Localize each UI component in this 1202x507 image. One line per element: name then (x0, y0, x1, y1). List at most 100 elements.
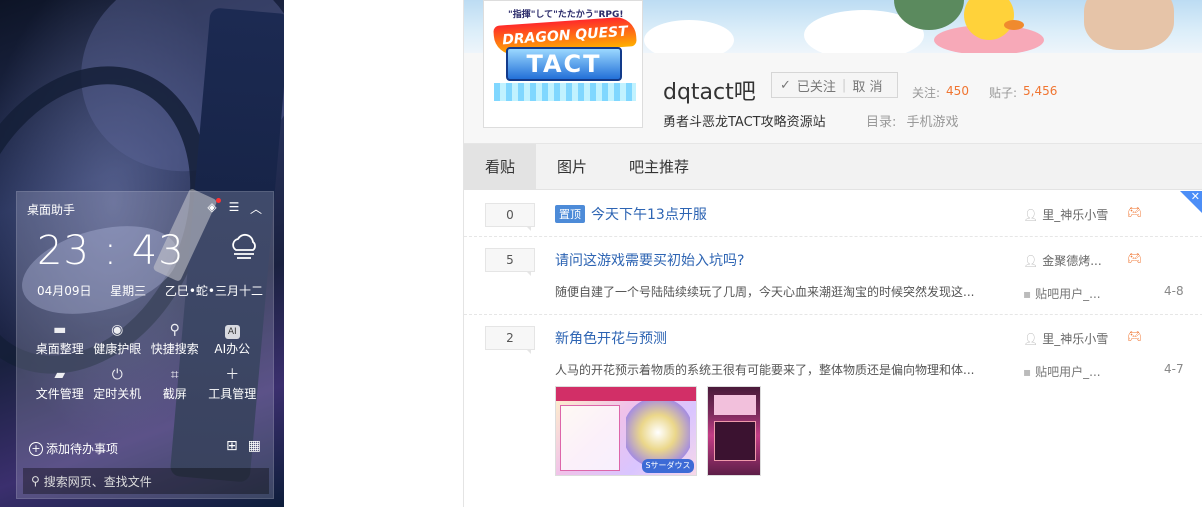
tool-label: 桌面整理 (35, 342, 84, 356)
corner-close-button[interactable]: ✕ (1180, 190, 1202, 213)
reply-count: 2 (485, 326, 535, 354)
desktop-wallpaper: 桌面助手 ◈ ☰ ︿ 23 : 43 04月09日 星期三 乙巳•蛇•三月十二 … (0, 0, 284, 507)
thread-title[interactable]: 请问这游戏需要买初始入坑吗? (555, 250, 744, 270)
widget-search-input[interactable]: ⚲ 搜索网页、查找文件 (23, 468, 269, 494)
last-reply-time: 4-7 (1164, 362, 1184, 376)
thread-author[interactable]: 👤︎ 金聚德烤... (1023, 252, 1102, 269)
author-name: 里_神乐小雪 (1042, 332, 1109, 346)
menu-icon[interactable]: ☰ (227, 200, 241, 217)
follow-status-button[interactable]: ✓ 已关注 | 取 消 (771, 72, 898, 98)
thread-image-thumbnail[interactable] (707, 386, 761, 476)
thread-abstract: 随便自建了一个号陆陆续续玩了几周，今天心血来潮逛淘宝的时候突然发现这... (555, 285, 975, 299)
unfollow-button[interactable]: 取 消 (852, 76, 882, 95)
thumb-header (556, 387, 696, 401)
weather-cloud-icon[interactable] (227, 228, 261, 262)
logo-subtitle: TACT (506, 47, 622, 81)
tab-posts[interactable]: 看贴 (464, 144, 537, 190)
date-row: 04月09日 星期三 乙巳•蛇•三月十二 (37, 282, 263, 299)
search-icon: ⚲ (169, 322, 180, 338)
thumb-tag: Sサーダウス (642, 459, 694, 473)
search-placeholder: 搜索网页、查找文件 (43, 474, 152, 489)
thread-abstract: 人马的开花预示着物质的系统王很有可能要来了，整体物质还是偏向物理和体... (555, 363, 975, 377)
thumb-block (714, 421, 756, 461)
thread-title-link[interactable]: 置顶 今天下午13点开服 (555, 204, 707, 224)
plus-icon: ＋ (225, 367, 240, 383)
game-badge-icon: 🎮︎ (1127, 329, 1143, 343)
logo-grid (494, 83, 636, 101)
add-circle-icon: + (29, 441, 43, 456)
reply-count: 5 (485, 248, 535, 276)
add-todo-button[interactable]: + 添加待办事项 (29, 440, 118, 457)
author-name: 金聚德烤... (1042, 254, 1102, 268)
forum-page: "指揮"して"たたかう"RPG! DRAGON QUEST TACT dqtac… (463, 0, 1202, 507)
thread-divider (464, 236, 1202, 237)
clock-time: 23 : 43 (37, 228, 185, 274)
forum-slogan: 勇者斗恶龙TACT攻略资源站 (663, 115, 826, 130)
forum-name[interactable]: dqtact吧 (663, 74, 756, 106)
last-reply-name: 贴吧用户_... (1035, 365, 1101, 379)
thread-author[interactable]: 👤︎ 里_神乐小雪 (1023, 330, 1108, 347)
tab-recommended[interactable]: 吧主推荐 (608, 144, 710, 190)
tool-eye-care[interactable]: ◉ 健康护眼 (89, 320, 147, 357)
tab-images[interactable]: 图片 (536, 144, 608, 190)
last-reply-user[interactable]: ▪ 贴吧用户_... (1023, 285, 1101, 302)
tool-label: 快捷搜索 (150, 342, 199, 356)
desktop-assistant-widget: 桌面助手 ◈ ☰ ︿ 23 : 43 04月09日 星期三 乙巳•蛇•三月十二 … (16, 191, 274, 499)
tool-label: 定时关机 (93, 387, 142, 401)
tool-file-manager[interactable]: ▰ 文件管理 (31, 365, 89, 402)
reply-icon: ▪ (1023, 365, 1032, 379)
tool-desktop-organize[interactable]: ▬ 桌面整理 (31, 320, 89, 357)
widget-title: 桌面助手 (27, 203, 76, 217)
author-name: 里_神乐小雪 (1042, 208, 1109, 222)
thread-title[interactable]: 新角色开花与预测 (555, 328, 667, 348)
post-count-label: 贴子: (988, 86, 1017, 100)
last-reply-name: 贴吧用户_... (1035, 287, 1101, 301)
banner-duck-beak (1004, 20, 1024, 30)
crop-icon: ⌗ (170, 367, 179, 383)
collapse-icon[interactable]: ︿ (249, 200, 263, 217)
tool-timed-shutdown[interactable]: ⏻ 定时关机 (89, 365, 147, 402)
power-icon: ⏻ (111, 367, 123, 383)
layers-icon[interactable]: ◈ (205, 198, 221, 217)
thread-author[interactable]: 👤︎ 里_神乐小雪 (1023, 206, 1108, 223)
lunar-date: 乙巳•蛇•三月十二 (164, 284, 263, 298)
ai-icon: AI (224, 320, 240, 340)
follow-count-label: 关注: (912, 86, 941, 100)
add-note-icon[interactable]: ⊞ (226, 438, 238, 454)
directory-label: 目录: (866, 115, 897, 130)
tool-label: 文件管理 (35, 387, 84, 401)
tool-label: 工具管理 (208, 387, 257, 401)
forum-stats: 关注: 450 贴子: 5,456 (912, 84, 1071, 101)
qr-code-icon[interactable]: ▦ (248, 438, 261, 454)
tool-label: AI办公 (214, 342, 251, 356)
thumb-block (714, 395, 756, 415)
notification-dot (216, 198, 221, 203)
tool-screenshot[interactable]: ⌗ 截屏 (146, 365, 204, 402)
separator: | (841, 77, 847, 93)
post-count: 5,456 (1023, 84, 1058, 98)
add-todo-label: 添加待办事项 (46, 442, 119, 456)
user-icon: 👤︎ (1023, 254, 1039, 268)
thread-title: 今天下午13点开服 (591, 207, 707, 223)
user-icon: 👤︎ (1023, 332, 1039, 346)
desktop-icon: ▬ (53, 322, 67, 338)
eye-icon: ◉ (111, 322, 124, 338)
date: 04月09日 (37, 284, 92, 298)
tool-manage-tools[interactable]: ＋ 工具管理 (204, 365, 262, 402)
tool-quick-search[interactable]: ⚲ 快捷搜索 (146, 320, 204, 357)
todo-icons: ⊞ ▦ (226, 438, 261, 454)
tool-label: 截屏 (162, 387, 187, 401)
tool-label: 健康护眼 (93, 342, 142, 356)
forum-tabs: 看贴 图片 吧主推荐 (464, 143, 1202, 190)
directory-link[interactable]: 手机游戏 (907, 115, 959, 130)
follow-count: 450 (946, 84, 969, 98)
pinned-badge: 置顶 (555, 205, 585, 223)
last-reply-user[interactable]: ▪ 贴吧用户_... (1023, 363, 1101, 380)
forum-logo[interactable]: "指揮"して"たたかう"RPG! DRAGON QUEST TACT (483, 0, 643, 128)
thread-divider (464, 314, 1202, 315)
thread-image-thumbnail[interactable]: Sサーダウス (555, 386, 697, 476)
folder-icon: ▰ (54, 367, 66, 383)
banner-bear (1084, 0, 1174, 50)
banner-cloud (644, 20, 734, 53)
tool-ai-office[interactable]: AI AI办公 (204, 320, 262, 357)
